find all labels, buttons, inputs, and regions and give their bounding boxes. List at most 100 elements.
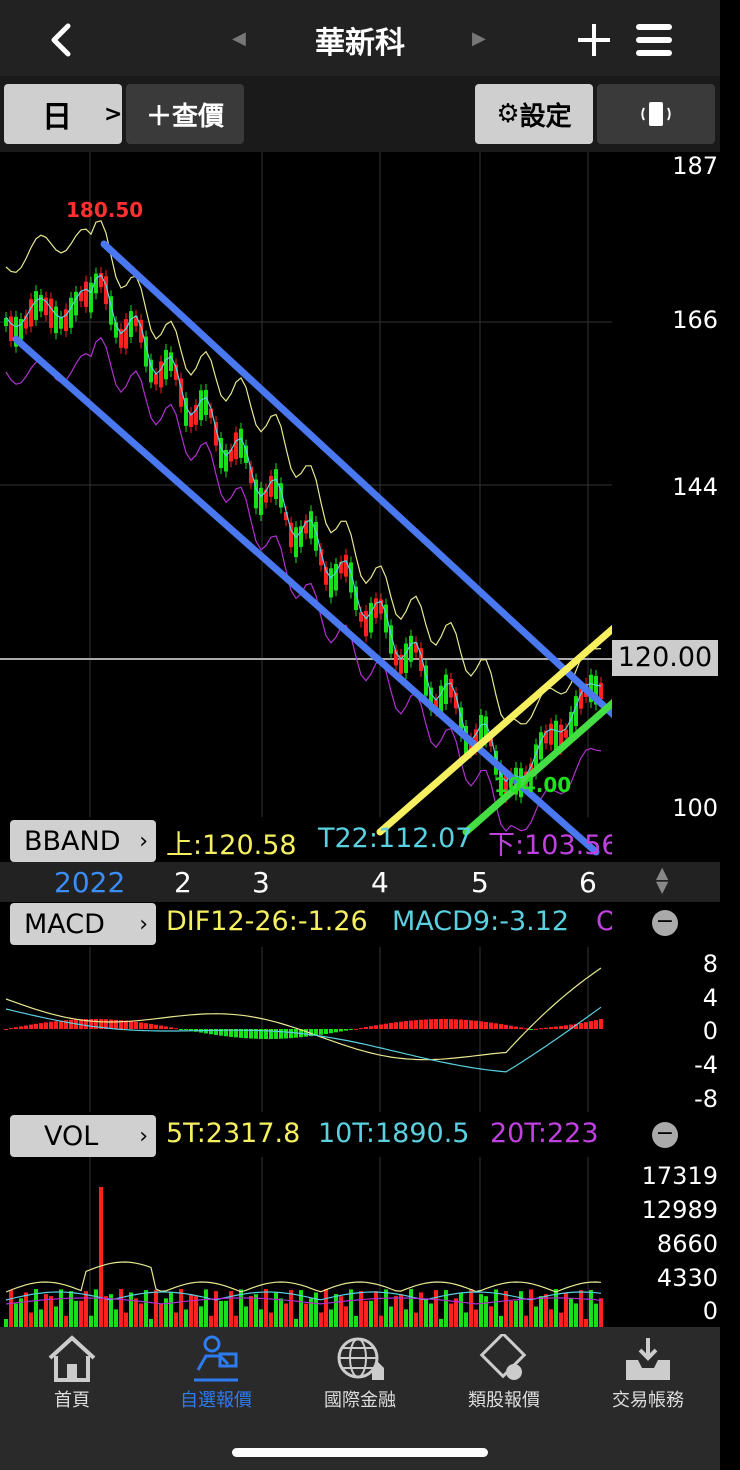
volume-bar	[139, 1303, 143, 1327]
candle-body	[49, 298, 53, 328]
volume-bar	[534, 1306, 538, 1327]
macd-bar	[559, 1025, 563, 1029]
tab-trading[interactable]: 交易帳務	[576, 1330, 720, 1420]
candle-body	[334, 563, 338, 591]
volume-bar	[304, 1303, 308, 1327]
resize-handle-icon[interactable]: ▲ ▼	[656, 865, 668, 895]
macd-bar	[434, 1019, 438, 1029]
macd-bar	[459, 1019, 463, 1029]
bband-mid-line	[5, 274, 602, 783]
candle-body	[374, 598, 378, 618]
volume-bar	[394, 1296, 398, 1327]
volume-bar	[29, 1312, 33, 1327]
volume-bar	[189, 1294, 193, 1327]
volume-bar	[419, 1292, 423, 1327]
candle-body	[149, 359, 153, 383]
vol-name: VOL	[44, 1120, 99, 1152]
period-selector-button[interactable]: 日 >	[4, 84, 122, 144]
watchlist-icon	[194, 1335, 238, 1382]
macd-signal: MACD9:-3.12	[392, 906, 570, 937]
volume-bar	[199, 1306, 203, 1327]
macd-bar	[369, 1026, 373, 1029]
hamburger-icon[interactable]	[634, 20, 674, 60]
y-tick: 4330	[656, 1264, 718, 1292]
macd-bar	[579, 1022, 583, 1029]
current-price-tag: 120.00	[612, 640, 718, 676]
tab-international[interactable]: 國際金融	[288, 1330, 432, 1420]
volume-bar	[409, 1289, 413, 1327]
volume-bar	[529, 1289, 533, 1327]
macd-indicator-button[interactable]: MACD ›	[10, 903, 156, 945]
macd-bar	[149, 1023, 153, 1029]
bband-indicator-button[interactable]: BBAND ›	[10, 820, 156, 862]
macd-bar	[599, 1018, 603, 1029]
rotate-screen-button[interactable]	[597, 84, 715, 144]
month-label: 3	[252, 866, 270, 899]
home-indicator	[232, 1448, 488, 1457]
candle-body	[239, 428, 243, 458]
volume-bar	[549, 1309, 553, 1327]
caret-right-icon[interactable]: ▶	[472, 28, 486, 49]
query-price-button[interactable]: ＋查價	[126, 84, 244, 144]
candle-body	[554, 720, 558, 751]
macd-bar	[504, 1024, 508, 1029]
volume-bar	[489, 1306, 493, 1327]
vol-indicator-button[interactable]: VOL ›	[10, 1115, 156, 1157]
year-label: 2022	[54, 866, 126, 899]
macd-bar	[464, 1019, 468, 1029]
volume-bar	[569, 1298, 573, 1327]
macd-bar	[454, 1019, 458, 1029]
macd-bar	[319, 1029, 323, 1035]
rotate-screen-icon	[641, 102, 671, 126]
macd-bar	[534, 1028, 538, 1030]
y-tick: 166	[672, 306, 718, 334]
settings-button[interactable]: ⚙ 設定	[475, 84, 593, 144]
macd-bar	[539, 1028, 543, 1030]
tab-label: 首頁	[54, 1390, 90, 1411]
volume-bar	[539, 1296, 543, 1327]
caret-left-icon[interactable]: ◀	[232, 28, 246, 49]
tab-watchlist[interactable]: 自選報價	[144, 1330, 288, 1420]
volume-bar	[269, 1312, 273, 1327]
plus-icon[interactable]	[574, 20, 614, 60]
y-tick: 187	[672, 152, 718, 180]
month-label: 4	[371, 866, 389, 899]
macd-bar	[204, 1029, 208, 1034]
macd-bar	[409, 1020, 413, 1029]
gear-icon: ⚙	[496, 99, 520, 129]
volume-bar	[594, 1303, 598, 1327]
macd-bar	[364, 1027, 368, 1029]
macd-bar	[139, 1022, 143, 1029]
tab-sector[interactable]: 類股報價	[432, 1330, 576, 1420]
volume-bar	[224, 1300, 228, 1327]
volume-bar	[259, 1309, 263, 1327]
volume-bar	[469, 1289, 473, 1327]
macd-bar	[14, 1027, 18, 1029]
macd-bar	[164, 1026, 168, 1029]
macd-bar	[429, 1019, 433, 1029]
chevron-left-icon[interactable]	[40, 18, 84, 62]
volume-bar	[384, 1289, 388, 1327]
remove-indicator-button[interactable]: −	[652, 910, 678, 936]
volume-bar	[354, 1315, 358, 1327]
remove-indicator-button[interactable]: −	[652, 1122, 678, 1148]
volume-bar	[94, 1289, 98, 1327]
macd-bar	[519, 1027, 523, 1029]
globe-icon	[337, 1337, 384, 1380]
candle-body	[169, 352, 173, 371]
vol-ma5-line	[5, 1261, 602, 1293]
vol-ma5: 5T:2317.8	[166, 1118, 301, 1149]
candle-body	[84, 281, 88, 307]
volume-bar	[329, 1309, 333, 1327]
volume-bar	[24, 1292, 28, 1327]
candle-body	[364, 610, 368, 637]
volume-bar	[4, 1319, 8, 1327]
macd-bar	[414, 1020, 418, 1029]
macd-bar	[554, 1026, 558, 1029]
tab-home[interactable]: 首頁	[0, 1330, 144, 1420]
volume-bar	[284, 1303, 288, 1327]
candle-body	[74, 291, 78, 316]
volume-bar	[429, 1303, 433, 1327]
volume-bar	[174, 1312, 178, 1327]
macd-bar	[354, 1028, 358, 1030]
